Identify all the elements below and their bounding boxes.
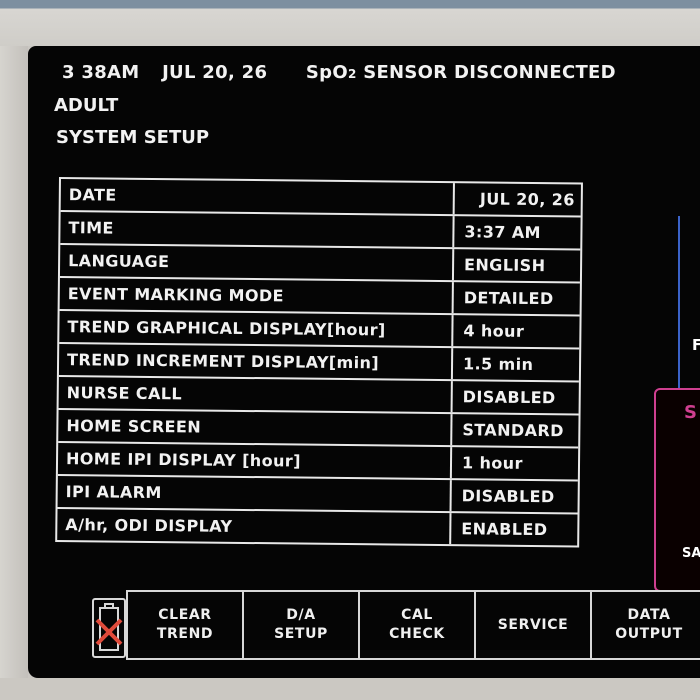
setting-value[interactable]: ENABLED [451,513,577,545]
setting-value[interactable]: DETAILED [454,282,580,314]
setting-value[interactable]: 3:37 AM [454,216,580,248]
setting-row-trend-increment[interactable]: TREND INCREMENT DISPLAY[min] 1.5 min [58,344,580,383]
setting-label: TREND GRAPHICAL DISPLAY[hour] [59,311,454,347]
setting-value[interactable]: JUL 20, 26 [455,183,581,215]
data-output-button[interactable]: DATA OUTPUT [590,592,700,658]
setting-value[interactable]: DISABLED [452,480,578,512]
setting-row-date[interactable]: DATE JUL 20, 26 [60,179,581,218]
monitor-screen: 3 38AM JUL 20, 26 SpO2 SENSOR DISCONNECT… [28,46,700,678]
softkey-bar: CLEAR TREND D/A SETUP CAL CHECK SERVICE … [126,590,700,660]
setting-value[interactable]: DISABLED [453,381,579,413]
battery-disconnected-icon [94,603,124,660]
setting-row-language[interactable]: LANGUAGE ENGLISH [59,245,581,284]
setting-row-event-marking[interactable]: EVENT MARKING MODE DETAILED [59,278,580,317]
setting-row-odi-display[interactable]: A/hr, ODI DISPLAY ENABLED [57,509,577,545]
setting-label: LANGUAGE [59,245,455,281]
setting-row-home-screen[interactable]: HOME SCREEN STANDARD [58,410,579,449]
device-bezel-bottom [0,678,700,700]
service-button[interactable]: SERVICE [474,592,590,658]
setting-label: HOME SCREEN [58,410,453,446]
side-panel-fragment: F [692,336,700,354]
system-setup-table: DATE JUL 20, 26 TIME 3:37 AM LANGUAGE EN… [55,177,583,548]
setting-value[interactable]: 4 hour [453,315,579,347]
clear-trend-button[interactable]: CLEAR TREND [126,592,242,658]
setting-label: A/hr, ODI DISPLAY [57,509,452,545]
clock-date: JUL 20, 26 [162,62,268,83]
setting-label: TIME [60,212,455,248]
device-bezel-left [0,46,28,700]
setting-value[interactable]: STANDARD [452,414,578,446]
page-title: SYSTEM SETUP [56,127,210,148]
device-bezel-top [0,0,700,46]
setting-label: HOME IPI DISPLAY [hour] [57,443,453,479]
setting-row-time[interactable]: TIME 3:37 AM [60,212,581,251]
side-panel-fragment: S [684,402,697,423]
setting-label: TREND INCREMENT DISPLAY[min] [58,344,454,380]
setting-value[interactable]: ENGLISH [454,249,580,281]
da-setup-button[interactable]: D/A SETUP [242,592,358,658]
setting-row-home-ipi[interactable]: HOME IPI DISPLAY [hour] 1 hour [57,443,579,482]
setting-label: DATE [60,179,455,215]
alarm-message: SpO2 SENSOR DISCONNECTED [305,62,616,83]
side-panel-fragment: SA [682,546,700,561]
setting-label: NURSE CALL [58,377,453,413]
clock-time: 3 38AM [62,62,140,83]
setting-value[interactable]: 1 hour [452,447,578,479]
setting-value[interactable]: 1.5 min [453,348,579,380]
status-line: 3 38AM JUL 20, 26 SpO2 SENSOR DISCONNECT… [62,62,616,83]
setting-row-nurse-call[interactable]: NURSE CALL DISABLED [58,377,579,416]
patient-mode: ADULT [54,95,119,116]
setting-row-ipi-alarm[interactable]: IPI ALARM DISABLED [57,476,578,515]
setting-label: IPI ALARM [57,476,452,512]
battery-indicator [92,598,126,658]
setting-row-trend-graphical[interactable]: TREND GRAPHICAL DISPLAY[hour] 4 hour [59,311,580,350]
cal-check-button[interactable]: CAL CHECK [358,592,474,658]
side-panel-pink: S SA [654,388,700,592]
setting-label: EVENT MARKING MODE [59,278,454,314]
